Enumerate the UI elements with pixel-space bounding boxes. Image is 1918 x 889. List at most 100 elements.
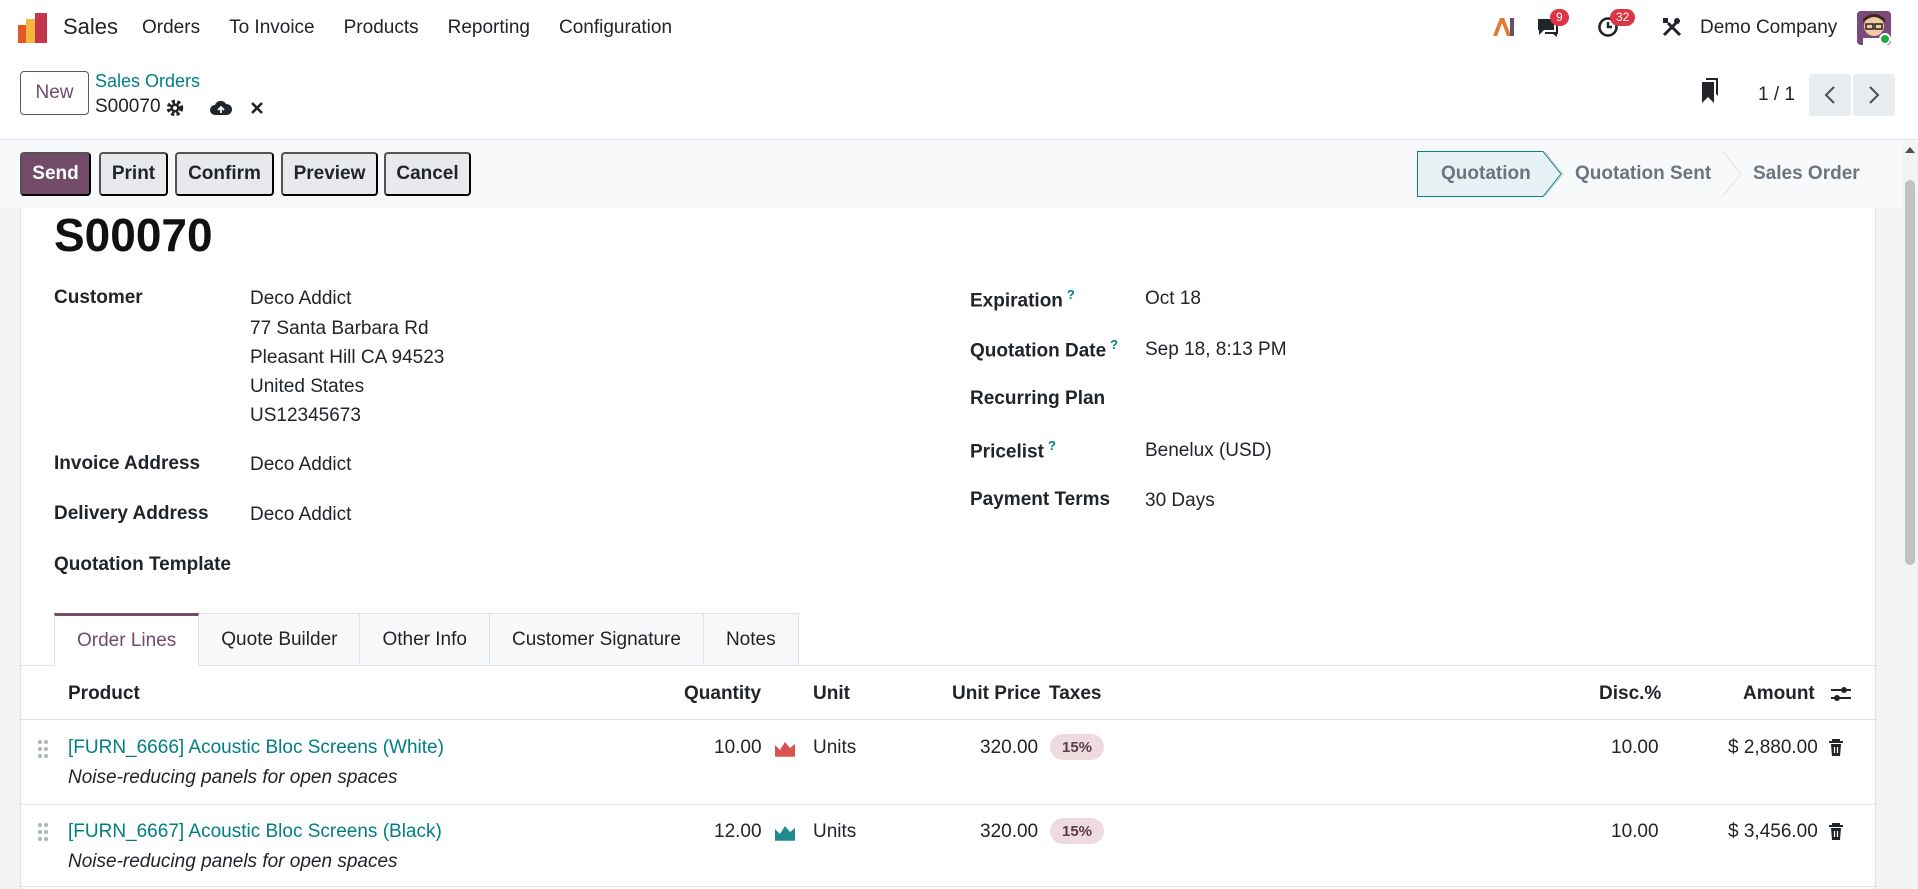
- customer-street: 77 Santa Barbara Rd: [250, 318, 429, 339]
- notebook-tabs: Order Lines Quote Builder Other Info Cus…: [54, 613, 799, 666]
- column-header-unit-price[interactable]: Unit Price: [952, 683, 1041, 705]
- company-switcher[interactable]: Demo Company: [1700, 17, 1837, 39]
- forecast-chart-icon[interactable]: [774, 739, 796, 757]
- bookmark-icon[interactable]: [1699, 78, 1721, 103]
- sales-app-icon[interactable]: [18, 13, 50, 43]
- invoice-address-label: Invoice Address: [54, 453, 201, 474]
- column-header-product[interactable]: Product: [68, 683, 140, 705]
- stage-quotation-sent[interactable]: Quotation Sent: [1575, 151, 1711, 197]
- payment-terms-field[interactable]: 30 Days: [1145, 490, 1215, 512]
- amount-value: $ 2,880.00: [1728, 737, 1818, 758]
- quotation-date-field[interactable]: Sep 18, 8:13 PM: [1145, 339, 1287, 361]
- column-header-taxes[interactable]: Taxes: [1049, 683, 1101, 705]
- pager-next-button[interactable]: [1853, 74, 1895, 116]
- customer-city: Pleasant Hill CA 94523: [250, 347, 445, 368]
- quotation-date-label: Quotation Date?: [970, 337, 1119, 362]
- invoice-address-field[interactable]: Deco Addict: [250, 454, 351, 476]
- control-panel: New Sales Orders S00070 1 / 1: [0, 56, 1918, 140]
- stage-quotation[interactable]: Quotation: [1441, 151, 1531, 197]
- confirm-button[interactable]: Confirm: [175, 152, 274, 196]
- app-name[interactable]: Sales: [63, 14, 118, 40]
- expiration-field[interactable]: Oct 18: [1145, 288, 1201, 310]
- unit-price-value[interactable]: 320.00: [980, 821, 1038, 843]
- menu-to-invoice[interactable]: To Invoice: [229, 17, 315, 39]
- stage-sales-order[interactable]: Sales Order: [1753, 151, 1860, 197]
- unit-price-value[interactable]: 320.00: [980, 737, 1038, 759]
- row-separator: [20, 719, 1876, 720]
- delivery-address-label: Delivery Address: [54, 503, 209, 524]
- breadcrumb[interactable]: Sales Orders: [95, 71, 200, 92]
- customer-country: United States: [250, 376, 365, 397]
- row-separator: [20, 886, 1876, 887]
- customer-name[interactable]: Deco Addict: [250, 288, 351, 310]
- column-header-discount[interactable]: Disc.%: [1599, 683, 1661, 705]
- delivery-address-field[interactable]: Deco Addict: [250, 504, 351, 526]
- tab-other-info[interactable]: Other Info: [360, 613, 490, 666]
- menu-reporting[interactable]: Reporting: [448, 17, 530, 39]
- discount-value[interactable]: 10.00: [1611, 737, 1659, 759]
- tab-order-lines[interactable]: Order Lines: [54, 613, 200, 666]
- status-bar: Send Print Confirm Preview Cancel Quotat…: [0, 140, 1918, 208]
- menu-configuration[interactable]: Configuration: [559, 17, 672, 39]
- product-description: Noise-reducing panels for open spaces: [68, 851, 398, 872]
- print-button[interactable]: Print: [99, 152, 168, 196]
- menu-orders[interactable]: Orders: [142, 17, 200, 39]
- customer-vat: US12345673: [250, 405, 361, 426]
- activities-badge: 32: [1610, 9, 1636, 26]
- quotation-template-label: Quotation Template: [54, 554, 231, 575]
- column-header-unit[interactable]: Unit: [813, 683, 850, 705]
- unit-value[interactable]: Units: [813, 737, 856, 759]
- tab-notes[interactable]: Notes: [703, 613, 799, 666]
- preview-button[interactable]: Preview: [281, 152, 378, 196]
- drag-handle-icon[interactable]: [37, 822, 49, 842]
- top-navbar: Sales Orders To Invoice Products Reporti…: [0, 0, 1918, 56]
- discount-value[interactable]: 10.00: [1611, 821, 1659, 843]
- messages-badge: 9: [1550, 9, 1569, 26]
- gear-icon[interactable]: [164, 97, 186, 119]
- column-header-quantity[interactable]: Quantity: [684, 683, 761, 705]
- tab-customer-signature[interactable]: Customer Signature: [489, 613, 704, 666]
- send-button[interactable]: Send: [20, 152, 91, 196]
- online-status-dot: [1879, 33, 1891, 45]
- help-icon[interactable]: ?: [1048, 438, 1056, 453]
- cancel-button[interactable]: Cancel: [384, 152, 471, 196]
- tab-quote-builder[interactable]: Quote Builder: [199, 613, 361, 666]
- recurring-plan-label: Recurring Plan: [970, 388, 1106, 409]
- scroll-up-arrow-icon[interactable]: [1904, 146, 1916, 154]
- product-name[interactable]: [FURN_6666] Acoustic Bloc Screens (White…: [68, 737, 444, 759]
- main-menu: Orders To Invoice Products Reporting Con…: [142, 17, 701, 39]
- tax-badge[interactable]: 15%: [1050, 734, 1105, 760]
- chat-icon[interactable]: 9: [1535, 9, 1569, 40]
- expiration-label: Expiration?: [970, 287, 1075, 312]
- customer-label: Customer: [54, 287, 143, 308]
- quantity-value[interactable]: 12.00: [714, 821, 762, 843]
- help-icon[interactable]: ?: [1067, 287, 1075, 302]
- quotation-template-field[interactable]: [250, 554, 650, 578]
- discard-icon[interactable]: [246, 97, 268, 119]
- optional-columns-icon[interactable]: [1830, 684, 1852, 710]
- pager-previous-button[interactable]: [1809, 74, 1851, 116]
- new-button[interactable]: New: [20, 71, 89, 115]
- unit-value[interactable]: Units: [813, 821, 856, 843]
- clock-icon[interactable]: 32: [1595, 9, 1636, 40]
- pricelist-label: Pricelist?: [970, 438, 1056, 463]
- drag-handle-icon[interactable]: [37, 739, 49, 759]
- product-name[interactable]: [FURN_6667] Acoustic Bloc Screens (Black…: [68, 821, 442, 843]
- help-icon[interactable]: ?: [1110, 337, 1118, 352]
- ai-icon[interactable]: [1490, 14, 1516, 40]
- tax-badge[interactable]: 15%: [1050, 818, 1105, 844]
- amount-value: $ 3,456.00: [1728, 821, 1818, 842]
- pricelist-field[interactable]: Benelux (USD): [1145, 440, 1272, 462]
- menu-products[interactable]: Products: [344, 17, 419, 39]
- column-header-amount[interactable]: Amount: [1743, 683, 1815, 705]
- trash-icon[interactable]: [1828, 739, 1844, 757]
- trash-icon[interactable]: [1828, 823, 1844, 841]
- scrollbar-thumb[interactable]: [1905, 180, 1915, 565]
- record-name: S00070: [95, 96, 161, 117]
- tools-icon[interactable]: [1659, 14, 1685, 40]
- quantity-value[interactable]: 10.00: [714, 737, 762, 759]
- forecast-chart-icon[interactable]: [774, 823, 796, 841]
- recurring-plan-field[interactable]: [1145, 388, 1545, 412]
- save-cloud-icon[interactable]: [210, 97, 232, 119]
- pager-value[interactable]: 1 / 1: [1758, 84, 1795, 106]
